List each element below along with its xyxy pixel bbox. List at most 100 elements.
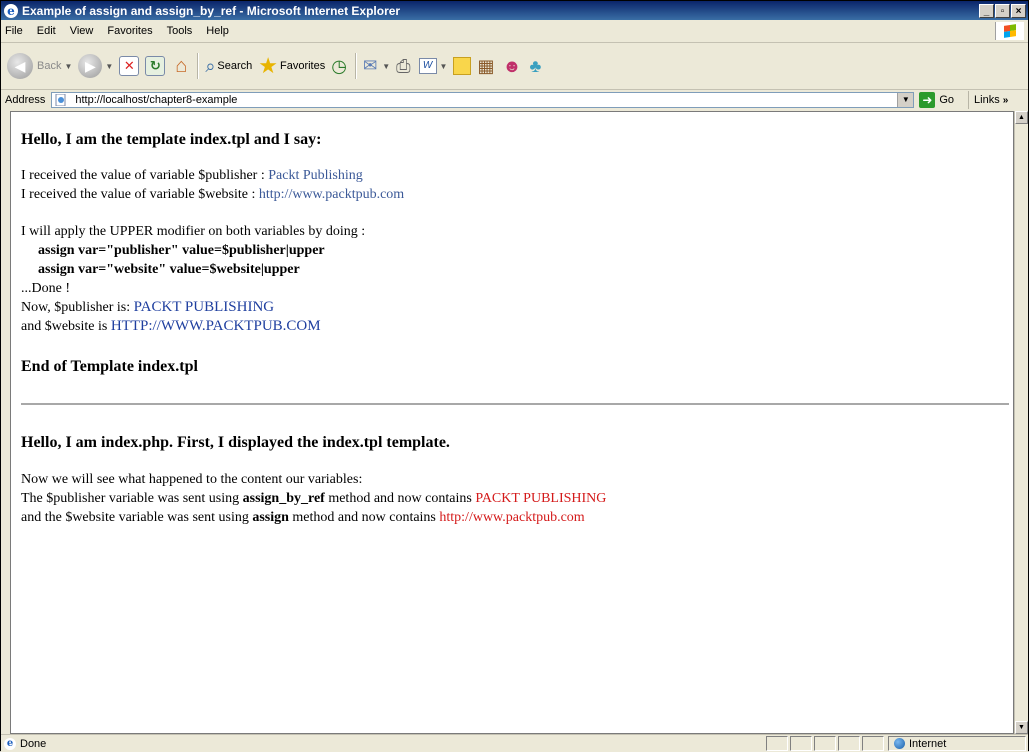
windows-logo-icon bbox=[995, 22, 1024, 40]
assign-value: http://www.packtpub.com bbox=[439, 510, 585, 525]
status-panel bbox=[838, 736, 860, 751]
zone-label: Internet bbox=[909, 737, 947, 750]
menu-favorites[interactable]: Favorites bbox=[100, 25, 159, 37]
minimize-button[interactable]: _ bbox=[979, 3, 994, 18]
assign-line: and the $website variable was sent using… bbox=[21, 509, 585, 526]
history-icon: ◷ bbox=[331, 55, 347, 76]
index-php-heading: Hello, I am index.php. First, I displaye… bbox=[21, 434, 450, 451]
note-icon bbox=[453, 57, 472, 75]
address-input[interactable]: http://localhost/chapter8-example ▼ bbox=[51, 92, 915, 108]
menu-file[interactable]: File bbox=[1, 25, 30, 37]
mail-dropdown-icon[interactable]: ▼ bbox=[382, 62, 390, 71]
print-button[interactable]: ⎙ bbox=[396, 56, 412, 77]
vertical-scrollbar[interactable]: ▲ ▼ bbox=[1014, 111, 1028, 734]
messenger-icon: ☻ bbox=[502, 55, 522, 76]
apply-modifier-line: I will apply the UPPER modifier on both … bbox=[21, 224, 366, 239]
address-bar: Address http://localhost/chapter8-exampl… bbox=[1, 90, 1028, 110]
by-ref-value: PACKT PUBLISHING bbox=[475, 491, 607, 506]
favorites-label: Favorites bbox=[280, 60, 326, 72]
contacts-icon: ♣ bbox=[529, 55, 542, 76]
received-website-value: http://www.packtpub.com bbox=[258, 187, 405, 202]
refresh-icon: ↻ bbox=[145, 56, 166, 76]
menu-edit[interactable]: Edit bbox=[30, 25, 63, 37]
edit-dropdown-icon[interactable]: ▼ bbox=[440, 62, 448, 71]
browser-window: e Example of assign and assign_by_ref - … bbox=[0, 0, 1029, 752]
status-panel bbox=[814, 736, 836, 751]
maximize-button[interactable]: ▫ bbox=[995, 3, 1010, 18]
ie-logo-icon: e bbox=[4, 3, 18, 18]
back-arrow-icon: ◀ bbox=[7, 53, 33, 79]
go-button[interactable]: ➜ Go bbox=[919, 92, 954, 108]
mail-button[interactable]: ✉ ▼ bbox=[363, 56, 390, 76]
search-button[interactable]: ⌕ Search bbox=[205, 56, 252, 77]
edit-button[interactable]: W ▼ bbox=[418, 58, 448, 74]
menu-bar: File Edit View Favorites Tools Help bbox=[1, 20, 1028, 43]
see-content-line: Now we will see what happened to the con… bbox=[21, 472, 363, 487]
scroll-down-button[interactable]: ▼ bbox=[1015, 721, 1028, 734]
by-ref-middle: method and now contains bbox=[324, 491, 476, 506]
discuss-button[interactable] bbox=[453, 57, 472, 75]
by-ref-method: assign_by_ref bbox=[242, 491, 325, 506]
menu-help[interactable]: Help bbox=[199, 25, 236, 37]
now-website-value: HTTP://WWW.PACKTPUB.COM bbox=[110, 318, 321, 334]
menu-tools[interactable]: Tools bbox=[160, 25, 200, 37]
title-bar: e Example of assign and assign_by_ref - … bbox=[1, 1, 1028, 20]
history-button[interactable]: ◷ bbox=[331, 56, 349, 77]
messenger-button[interactable]: ☻ bbox=[502, 56, 523, 77]
address-url: http://localhost/chapter8-example bbox=[75, 94, 238, 106]
by-ref-line: The $publisher variable was sent using a… bbox=[21, 490, 606, 507]
back-label: Back bbox=[37, 60, 62, 72]
received-website-line: I received the value of variable $websit… bbox=[21, 186, 404, 203]
links-label: Links bbox=[974, 94, 1000, 106]
mail-icon: ✉ bbox=[362, 56, 378, 75]
status-panels bbox=[766, 736, 886, 751]
stop-icon: ✕ bbox=[119, 56, 140, 76]
address-dropdown-icon[interactable]: ▼ bbox=[897, 93, 914, 107]
forward-button[interactable]: ▶ ▼ bbox=[78, 54, 113, 78]
forward-dropdown-icon[interactable]: ▼ bbox=[105, 62, 113, 71]
page-content: Hello, I am the template index.tpl and I… bbox=[10, 111, 1014, 734]
chevron-right-icon: » bbox=[1002, 95, 1009, 106]
page-icon bbox=[55, 94, 66, 106]
now-publisher-value: PACKT PUBLISHING bbox=[133, 299, 275, 315]
back-dropdown-icon[interactable]: ▼ bbox=[64, 62, 72, 71]
menu-view[interactable]: View bbox=[63, 25, 101, 37]
security-zone[interactable]: Internet bbox=[888, 736, 1026, 751]
now-publisher-line: Now, $publisher is: PACKT PUBLISHING bbox=[21, 299, 274, 316]
research-icon: ▦ bbox=[477, 55, 495, 76]
go-arrow-icon: ➜ bbox=[919, 92, 936, 108]
status-panel bbox=[766, 736, 788, 751]
now-website-line: and $website is HTTP://WWW.PACKTPUB.COM bbox=[21, 318, 321, 335]
status-panel bbox=[862, 736, 884, 751]
research-button[interactable]: ▦ bbox=[477, 56, 496, 77]
end-template-heading: End of Template index.tpl bbox=[21, 358, 198, 375]
scroll-up-button[interactable]: ▲ bbox=[1015, 111, 1028, 124]
toolbar: ◀ Back ▼ ▶ ▼ ✕ ↻ ⌂ ⌕ Search ★ Favorites … bbox=[1, 43, 1028, 90]
favorites-star-icon: ★ bbox=[258, 53, 278, 78]
home-button[interactable]: ⌂ bbox=[171, 55, 191, 77]
stop-button[interactable]: ✕ bbox=[119, 56, 140, 76]
refresh-button[interactable]: ↻ bbox=[145, 56, 166, 76]
status-bar: e Done Internet bbox=[1, 734, 1028, 752]
favorites-button[interactable]: ★ Favorites bbox=[258, 53, 325, 79]
word-edit-icon: W bbox=[418, 58, 437, 74]
now-website-prefix: and $website is bbox=[21, 319, 111, 334]
window-title: Example of assign and assign_by_ref - Mi… bbox=[22, 3, 401, 18]
assign-method: assign bbox=[252, 510, 289, 525]
forward-arrow-icon: ▶ bbox=[78, 54, 103, 78]
links-button[interactable]: Links » bbox=[968, 91, 1008, 109]
by-ref-prefix: The $publisher variable was sent using bbox=[21, 491, 243, 506]
contacts-button[interactable]: ♣ bbox=[529, 56, 543, 77]
assign-prefix: and the $website variable was sent using bbox=[21, 510, 253, 525]
internet-globe-icon bbox=[894, 738, 905, 749]
ie-page-icon: e bbox=[4, 737, 16, 750]
close-button[interactable]: × bbox=[1011, 3, 1026, 18]
done-line: ...Done ! bbox=[21, 281, 70, 296]
search-icon: ⌕ bbox=[205, 55, 216, 76]
address-label: Address bbox=[5, 94, 46, 106]
status-text: Done bbox=[20, 737, 47, 750]
go-label: Go bbox=[939, 94, 955, 106]
back-button[interactable]: ◀ Back ▼ bbox=[7, 53, 72, 79]
print-icon: ⎙ bbox=[396, 55, 411, 76]
search-label: Search bbox=[217, 60, 253, 72]
